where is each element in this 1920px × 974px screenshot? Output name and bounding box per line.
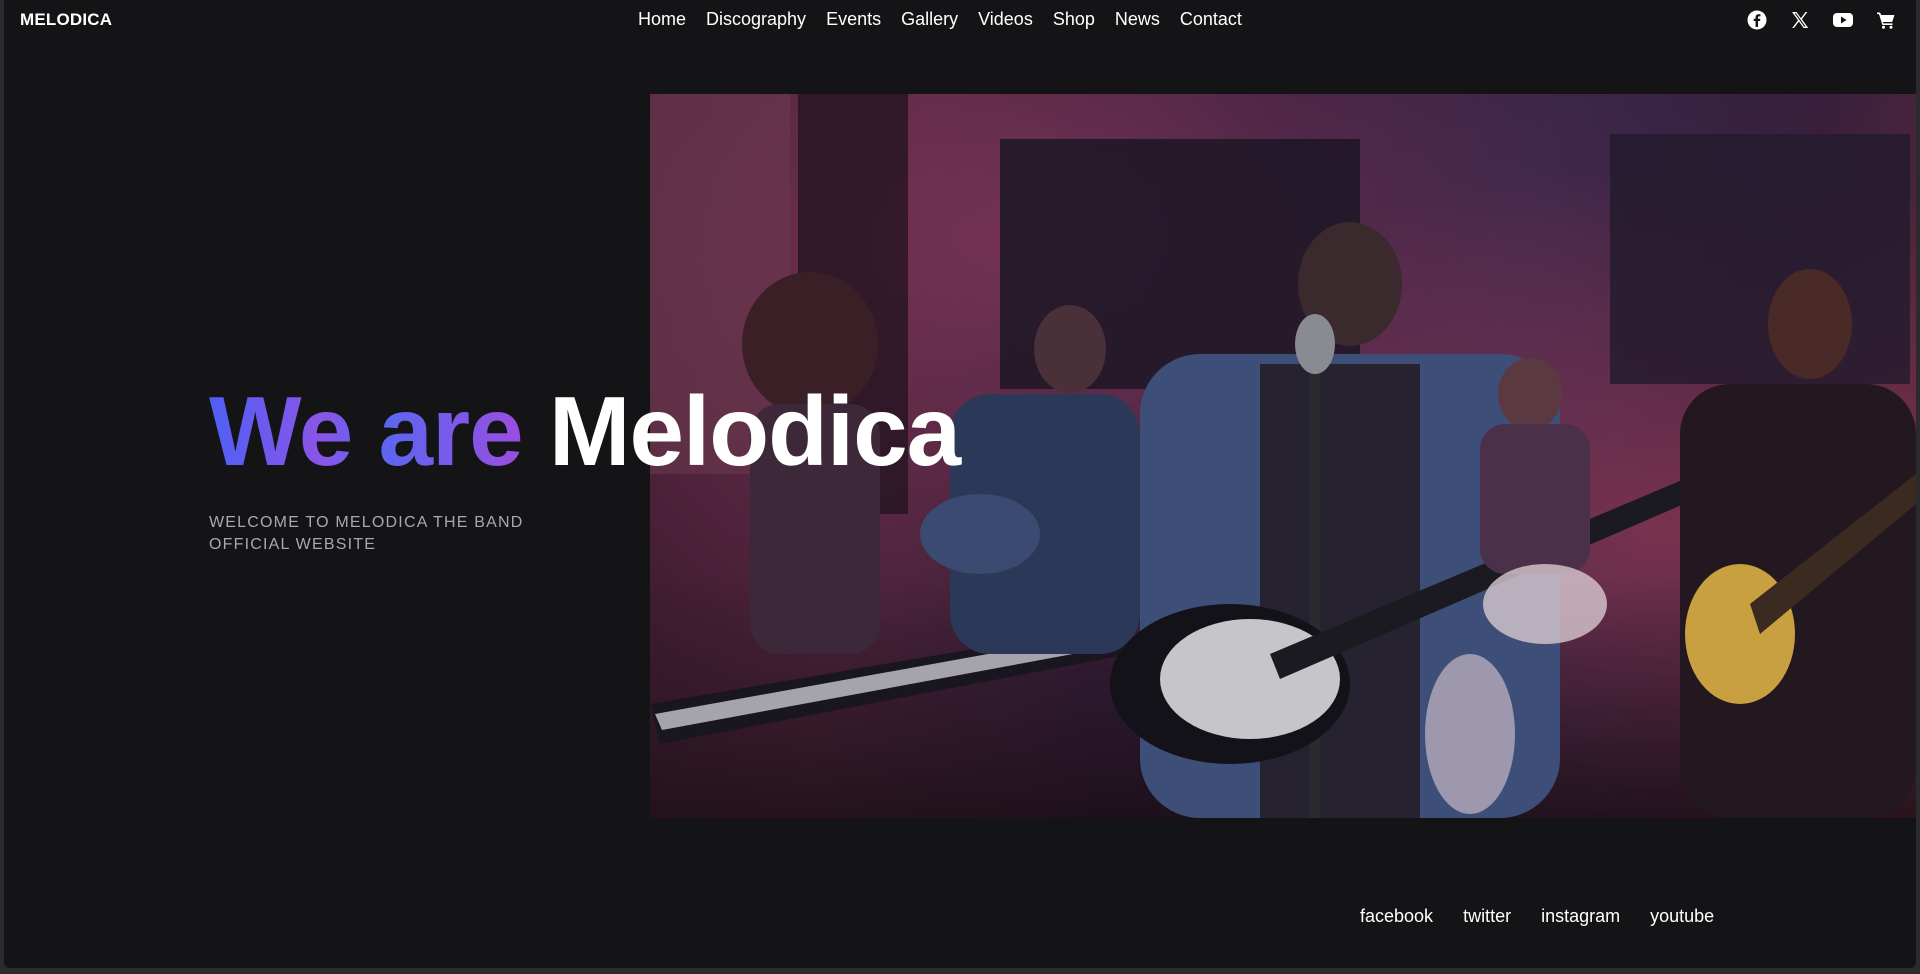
social-link-twitter[interactable]: twitter: [1463, 906, 1511, 927]
facebook-icon[interactable]: [1746, 9, 1768, 31]
nav-item-contact[interactable]: Contact: [1180, 9, 1242, 30]
site-logo[interactable]: MELODICA: [20, 10, 112, 30]
hero-headline: We are Melodica: [209, 382, 961, 480]
page: MELODICA Home Discography Events Gallery…: [4, 0, 1916, 968]
nav-item-gallery[interactable]: Gallery: [901, 9, 958, 30]
headline-gradient-text: We are: [209, 376, 524, 486]
x-icon[interactable]: [1789, 9, 1811, 31]
nav-item-discography[interactable]: Discography: [706, 9, 806, 30]
social-link-youtube[interactable]: youtube: [1650, 906, 1714, 927]
cart-icon[interactable]: [1875, 9, 1897, 31]
headline-band-name: Melodica: [548, 376, 961, 486]
hero-subtitle: WELCOME TO MELODICA THE BAND OFFICIAL WE…: [209, 512, 629, 556]
nav-item-home[interactable]: Home: [638, 9, 686, 30]
social-link-facebook[interactable]: facebook: [1360, 906, 1433, 927]
nav-item-videos[interactable]: Videos: [978, 9, 1033, 30]
social-link-instagram[interactable]: instagram: [1541, 906, 1620, 927]
youtube-icon[interactable]: [1832, 9, 1854, 31]
nav-item-news[interactable]: News: [1115, 9, 1160, 30]
nav-item-events[interactable]: Events: [826, 9, 881, 30]
nav-item-shop[interactable]: Shop: [1053, 9, 1095, 30]
subtitle-line-1: WELCOME TO MELODICA THE BAND: [209, 514, 524, 531]
top-navigation: MELODICA Home Discography Events Gallery…: [4, 0, 1916, 40]
subtitle-line-2: OFFICIAL WEBSITE: [209, 536, 377, 553]
header-icons: [1746, 9, 1897, 31]
main-menu: Home Discography Events Gallery Videos S…: [638, 9, 1242, 30]
social-links: facebook twitter instagram youtube: [1360, 906, 1714, 927]
